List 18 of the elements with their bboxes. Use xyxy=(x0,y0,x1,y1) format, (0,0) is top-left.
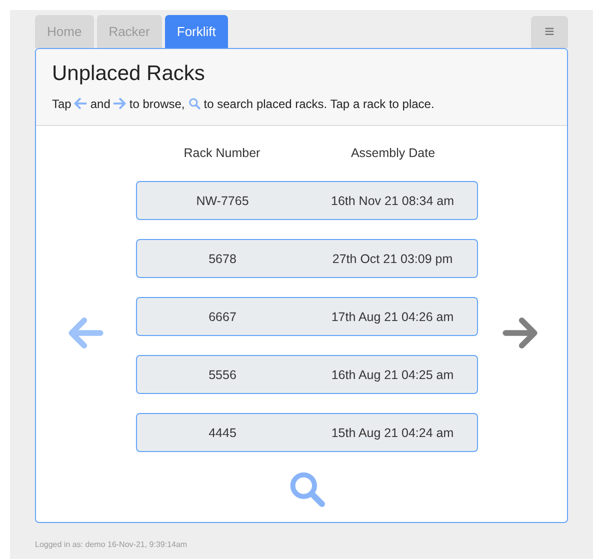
right-arrow-icon xyxy=(113,97,126,110)
rack-row[interactable]: 5678 27th Oct 21 03:09 pm xyxy=(136,239,478,278)
next-arrow-button[interactable] xyxy=(502,314,538,351)
rack-row[interactable]: 4445 15th Aug 21 04:24 am xyxy=(136,413,478,452)
tab[interactable]: Forklift xyxy=(164,15,228,48)
rack-row[interactable]: NW-7765 16th Nov 21 08:34 am xyxy=(136,181,478,220)
page-title: Unplaced Racks xyxy=(52,60,206,86)
instruction-text: to search placed racks. Tap a rack to place. xyxy=(204,96,434,113)
left-arrow-icon xyxy=(74,97,88,110)
status-text: Logged in as: demo 16-Nov-21, 9:39:14am xyxy=(35,538,188,550)
search-icon xyxy=(188,97,201,110)
instruction-text: Tap xyxy=(52,96,72,113)
column-header: Assembly Date xyxy=(350,144,436,162)
column-header: Rack Number xyxy=(182,144,262,162)
instruction-text: and xyxy=(90,96,110,113)
instruction-text: to browse, xyxy=(129,96,185,113)
rack-row[interactable]: 5556 16th Aug 21 04:25 am xyxy=(136,355,478,394)
rack-row[interactable]: 6667 17th Aug 21 04:26 am xyxy=(136,297,478,336)
